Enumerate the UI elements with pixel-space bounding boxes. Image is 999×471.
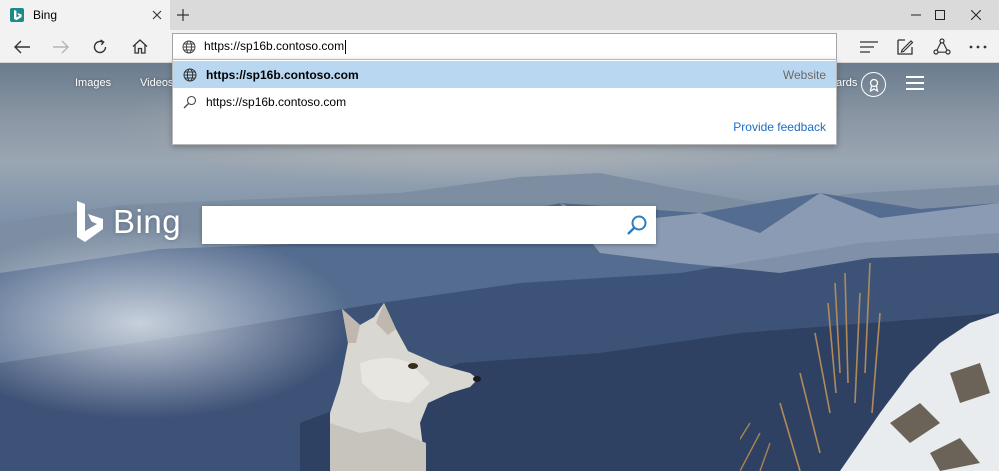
address-input[interactable]: https://sp16b.contoso.com: [204, 39, 344, 53]
refresh-button[interactable]: [80, 30, 120, 63]
suggestion-website[interactable]: https://sp16b.contoso.com Website: [173, 61, 836, 88]
tab-title: Bing: [33, 8, 58, 22]
bing-b-icon: [77, 201, 103, 242]
maximize-icon: [935, 10, 945, 20]
menu-icon[interactable]: [906, 76, 924, 90]
bing-nav-images[interactable]: Images: [75, 69, 111, 97]
back-arrow-icon: [14, 40, 30, 53]
back-button[interactable]: [2, 30, 42, 63]
close-window-button[interactable]: [953, 0, 999, 30]
title-bar: Bing: [0, 0, 999, 30]
share-button[interactable]: [922, 30, 962, 63]
bing-wordmark: Bing: [113, 203, 182, 240]
suggestion-type-label: Website: [782, 67, 826, 82]
reading-view-button[interactable]: [849, 30, 889, 63]
search-icon: [183, 95, 197, 108]
share-icon: [933, 37, 951, 55]
home-icon: [132, 39, 148, 54]
web-note-icon: [897, 38, 914, 55]
address-bar[interactable]: https://sp16b.contoso.com: [172, 33, 837, 60]
suggestion-text: https://sp16b.contoso.com: [206, 67, 359, 82]
provide-feedback-link[interactable]: Provide feedback: [733, 120, 826, 134]
more-button[interactable]: [958, 30, 998, 63]
bing-search-box[interactable]: [202, 206, 656, 244]
forward-button[interactable]: [41, 30, 81, 63]
globe-icon: [182, 40, 196, 53]
tab-close-icon[interactable]: [146, 4, 168, 26]
bing-nav-rewards[interactable]: ards: [836, 69, 857, 97]
arctic-fox-image: [330, 303, 481, 471]
bing-logo: Bing: [75, 201, 181, 243]
bing-favicon-icon: [10, 8, 24, 22]
hub-icon: [860, 40, 878, 53]
rewards-medal-icon[interactable]: [861, 72, 886, 97]
suggestion-search[interactable]: https://sp16b.contoso.com: [173, 88, 836, 115]
suggestion-text: https://sp16b.contoso.com: [206, 94, 347, 109]
home-button[interactable]: [120, 30, 160, 63]
tab-bing[interactable]: Bing: [0, 0, 170, 30]
snowy-rocks-image: [740, 262, 999, 471]
new-tab-button[interactable]: [170, 0, 196, 30]
forward-arrow-icon: [53, 40, 69, 53]
close-icon: [971, 10, 981, 20]
more-icon: [969, 45, 987, 48]
bing-search-button[interactable]: [624, 212, 650, 238]
refresh-icon: [93, 38, 107, 53]
search-icon: [627, 215, 647, 235]
globe-icon: [183, 68, 197, 81]
web-note-button[interactable]: [885, 30, 925, 63]
bing-nav-videos[interactable]: Videos: [140, 69, 173, 97]
text-caret: [345, 39, 347, 54]
address-suggestions-dropdown: https://sp16b.contoso.com Website https:…: [172, 59, 837, 145]
